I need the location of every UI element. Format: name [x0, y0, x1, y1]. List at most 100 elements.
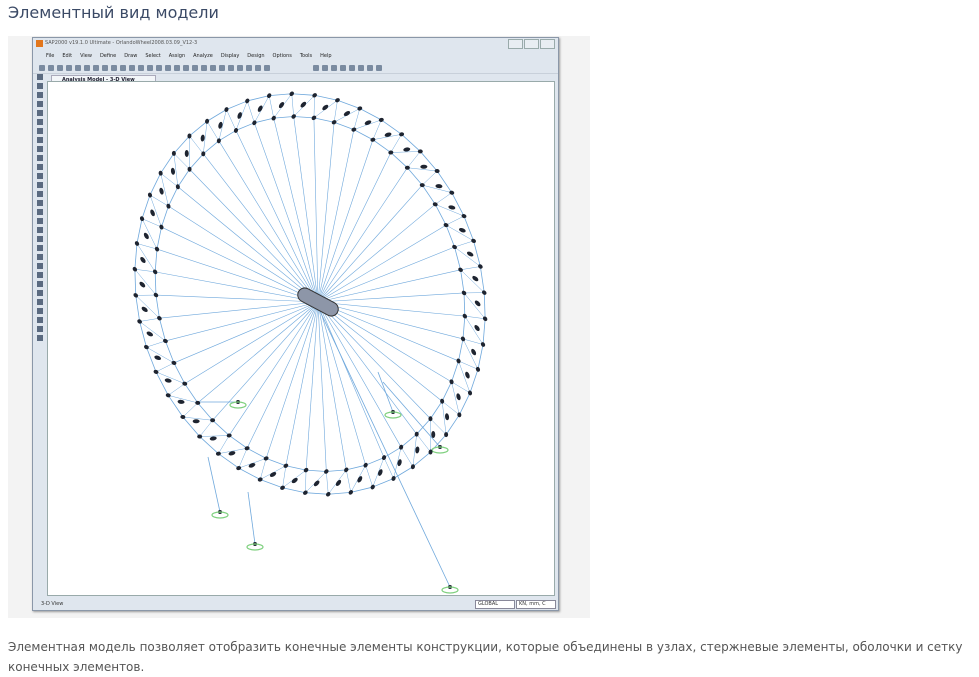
draw-tool-icon[interactable]	[37, 128, 43, 134]
menu-help[interactable]: Help	[320, 53, 331, 62]
draw-tool-icon[interactable]	[37, 101, 43, 107]
toolbar	[33, 62, 558, 73]
toolbar-tool-icon[interactable]	[349, 65, 355, 71]
toolbar-tool-icon[interactable]	[331, 65, 337, 71]
draw-tool-icon[interactable]	[37, 200, 43, 206]
draw-tool-icon[interactable]	[37, 74, 43, 80]
draw-tool-icon[interactable]	[37, 317, 43, 323]
outer-ring-member	[207, 110, 226, 122]
menu-edit[interactable]: Edit	[62, 53, 72, 62]
toolbar-tool-icon[interactable]	[48, 65, 54, 71]
draw-tool-icon[interactable]	[37, 218, 43, 224]
draw-tool-icon[interactable]	[37, 245, 43, 251]
toolbar-tool-icon[interactable]	[156, 65, 162, 71]
toolbar-tool-icon[interactable]	[111, 65, 117, 71]
units-select[interactable]: KN, mm, C	[516, 600, 556, 609]
coord-system-select[interactable]: GLOBAL	[475, 600, 515, 609]
toolbar-tool-icon[interactable]	[219, 65, 225, 71]
node	[449, 379, 454, 385]
toolbar-tool-icon[interactable]	[376, 65, 382, 71]
draw-tool-icon[interactable]	[37, 191, 43, 197]
menu-select[interactable]: Select	[145, 53, 160, 62]
menu-display[interactable]: Display	[221, 53, 239, 62]
node	[451, 244, 457, 250]
spoke	[318, 225, 446, 302]
draw-tool-icon[interactable]	[37, 83, 43, 89]
draw-tool-icon[interactable]	[37, 236, 43, 242]
model-view[interactable]	[47, 81, 555, 596]
toolbar-tool-icon[interactable]	[138, 65, 144, 71]
toolbar-tool-icon[interactable]	[210, 65, 216, 71]
toolbar-tool-icon[interactable]	[174, 65, 180, 71]
draw-tool-icon[interactable]	[37, 290, 43, 296]
toolbar-tool-icon[interactable]	[165, 65, 171, 71]
toolbar-tool-icon[interactable]	[228, 65, 234, 71]
node	[364, 119, 372, 126]
toolbar-tool-icon[interactable]	[120, 65, 126, 71]
minimize-button[interactable]	[508, 39, 523, 49]
draw-tool-icon[interactable]	[37, 272, 43, 278]
draw-tool-icon[interactable]	[37, 164, 43, 170]
draw-tool-icon[interactable]	[37, 110, 43, 116]
inner-ring-member	[168, 187, 177, 206]
draw-tool-icon[interactable]	[37, 299, 43, 305]
menu-file[interactable]: File	[46, 53, 54, 62]
menu-define[interactable]: Define	[100, 53, 116, 62]
draw-tool-icon[interactable]	[37, 92, 43, 98]
page-title: Элементный вид модели	[8, 3, 219, 22]
draw-tool-icon[interactable]	[37, 227, 43, 233]
close-button[interactable]	[540, 39, 555, 49]
draw-tool-icon[interactable]	[37, 119, 43, 125]
toolbar-tool-icon[interactable]	[313, 65, 319, 71]
toolbar-tool-icon[interactable]	[75, 65, 81, 71]
draw-tool-icon[interactable]	[37, 326, 43, 332]
draw-tool-icon[interactable]	[37, 308, 43, 314]
truss-vertical	[142, 219, 161, 227]
draw-tool-icon[interactable]	[37, 182, 43, 188]
draw-tool-icon[interactable]	[37, 263, 43, 269]
toolbar-tool-icon[interactable]	[264, 65, 270, 71]
menu-design[interactable]: Design	[247, 53, 264, 62]
truss-vertical	[422, 171, 437, 185]
toolbar-tool-icon[interactable]	[367, 65, 373, 71]
inner-ring-member	[435, 204, 446, 225]
toolbar-tool-icon[interactable]	[147, 65, 153, 71]
draw-tool-icon[interactable]	[37, 137, 43, 143]
menu-assign[interactable]: Assign	[169, 53, 185, 62]
draw-tool-icon[interactable]	[37, 155, 43, 161]
toolbar-tool-icon[interactable]	[322, 65, 328, 71]
toolbar-tool-icon[interactable]	[201, 65, 207, 71]
menu-options[interactable]: Options	[273, 53, 292, 62]
toolbar-tool-icon[interactable]	[102, 65, 108, 71]
draw-tool-icon[interactable]	[37, 146, 43, 152]
truss-diagonal	[136, 295, 160, 318]
toolbar-tool-icon[interactable]	[129, 65, 135, 71]
toolbar-tool-icon[interactable]	[66, 65, 72, 71]
inner-ring-member	[455, 247, 461, 270]
draw-tool-icon[interactable]	[37, 209, 43, 215]
toolbar-tool-icon[interactable]	[84, 65, 90, 71]
menu-view[interactable]: View	[80, 53, 92, 62]
inner-ring-member	[286, 466, 306, 470]
toolbar-tool-icon[interactable]	[39, 65, 45, 71]
node	[244, 98, 250, 104]
truss-vertical	[465, 316, 485, 319]
toolbar-tool-icon[interactable]	[93, 65, 99, 71]
toolbar-tool-icon[interactable]	[358, 65, 364, 71]
toolbar-tool-icon[interactable]	[340, 65, 346, 71]
toolbar-tool-icon[interactable]	[237, 65, 243, 71]
menu-analyze[interactable]: Analyze	[193, 53, 213, 62]
toolbar-tool-icon[interactable]	[57, 65, 63, 71]
draw-tool-icon[interactable]	[37, 281, 43, 287]
maximize-button[interactable]	[524, 39, 539, 49]
draw-tool-icon[interactable]	[37, 254, 43, 260]
toolbar-tool-icon[interactable]	[183, 65, 189, 71]
toolbar-tool-icon[interactable]	[246, 65, 252, 71]
inner-ring-member	[247, 448, 266, 458]
draw-tool-icon[interactable]	[37, 173, 43, 179]
menu-draw[interactable]: Draw	[124, 53, 137, 62]
toolbar-tool-icon[interactable]	[192, 65, 198, 71]
draw-tool-icon[interactable]	[37, 335, 43, 341]
toolbar-tool-icon[interactable]	[255, 65, 261, 71]
menu-tools[interactable]: Tools	[300, 53, 312, 62]
